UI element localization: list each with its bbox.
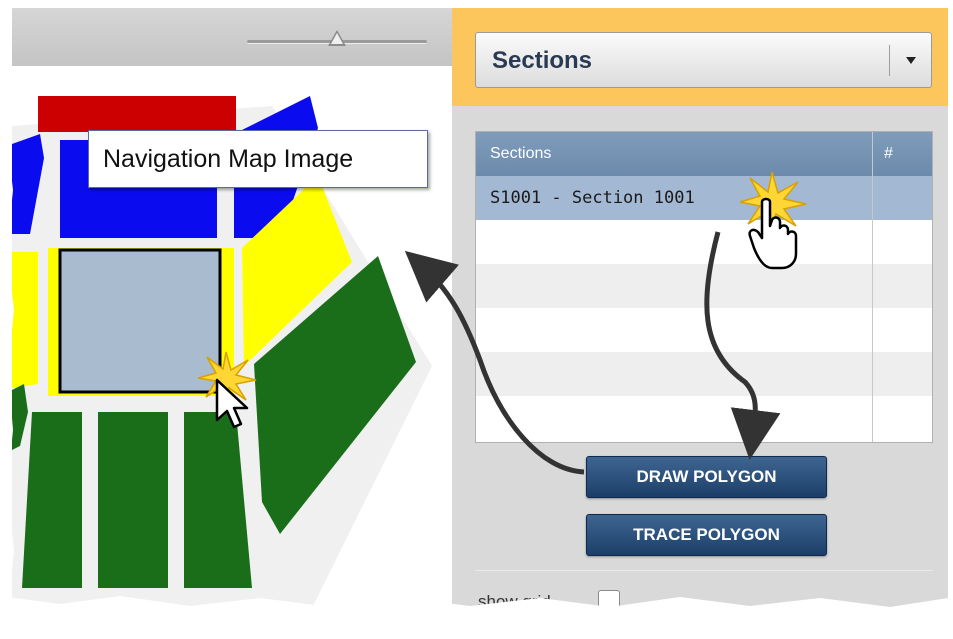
sections-panel: Sections Sections # S1001 - Section 1001… [452,8,948,612]
trace-polygon-button[interactable]: TRACE POLYGON [586,514,827,556]
show-grid-label: show grid [478,592,551,611]
map-section-green-1[interactable] [22,412,82,588]
table-row-selected[interactable]: S1001 - Section 1001 [476,176,932,220]
chevron-down-icon[interactable] [906,57,916,64]
map-section-selected[interactable] [58,248,222,394]
panel-divider [475,570,933,571]
draw-polygon-button[interactable]: DRAW POLYGON [586,456,827,498]
table-row-empty[interactable] [476,220,932,264]
section-type-dropdown[interactable]: Sections [475,32,932,88]
section-row-label: S1001 - Section 1001 [490,188,695,208]
column-divider [872,132,873,442]
column-header-sections[interactable]: Sections [490,132,551,176]
sections-grid[interactable]: Sections # S1001 - Section 1001 [475,131,933,443]
dropdown-selected-value: Sections [492,47,593,74]
navigation-map-pane[interactable]: Navigation Map Image [12,8,452,608]
map-section-yellow-left[interactable] [12,252,38,388]
map-section-red[interactable] [38,96,236,132]
table-row-empty[interactable] [476,352,932,396]
show-grid-checkbox[interactable] [598,590,620,612]
table-row-empty[interactable] [476,308,932,352]
map-toolbar [12,8,452,66]
table-row-empty[interactable] [476,396,932,440]
slider-thumb-highlight [331,33,343,44]
panel-header: Sections [452,8,948,106]
map-section-green-2[interactable] [98,412,168,588]
column-header-count[interactable]: # [884,132,893,176]
screenshot-frame: Navigation Map Image Sections Sections #… [0,0,953,639]
grid-header: Sections # [476,132,932,176]
map-tooltip: Navigation Map Image [88,130,428,188]
dropdown-divider [889,45,890,76]
table-row-empty[interactable] [476,264,932,308]
